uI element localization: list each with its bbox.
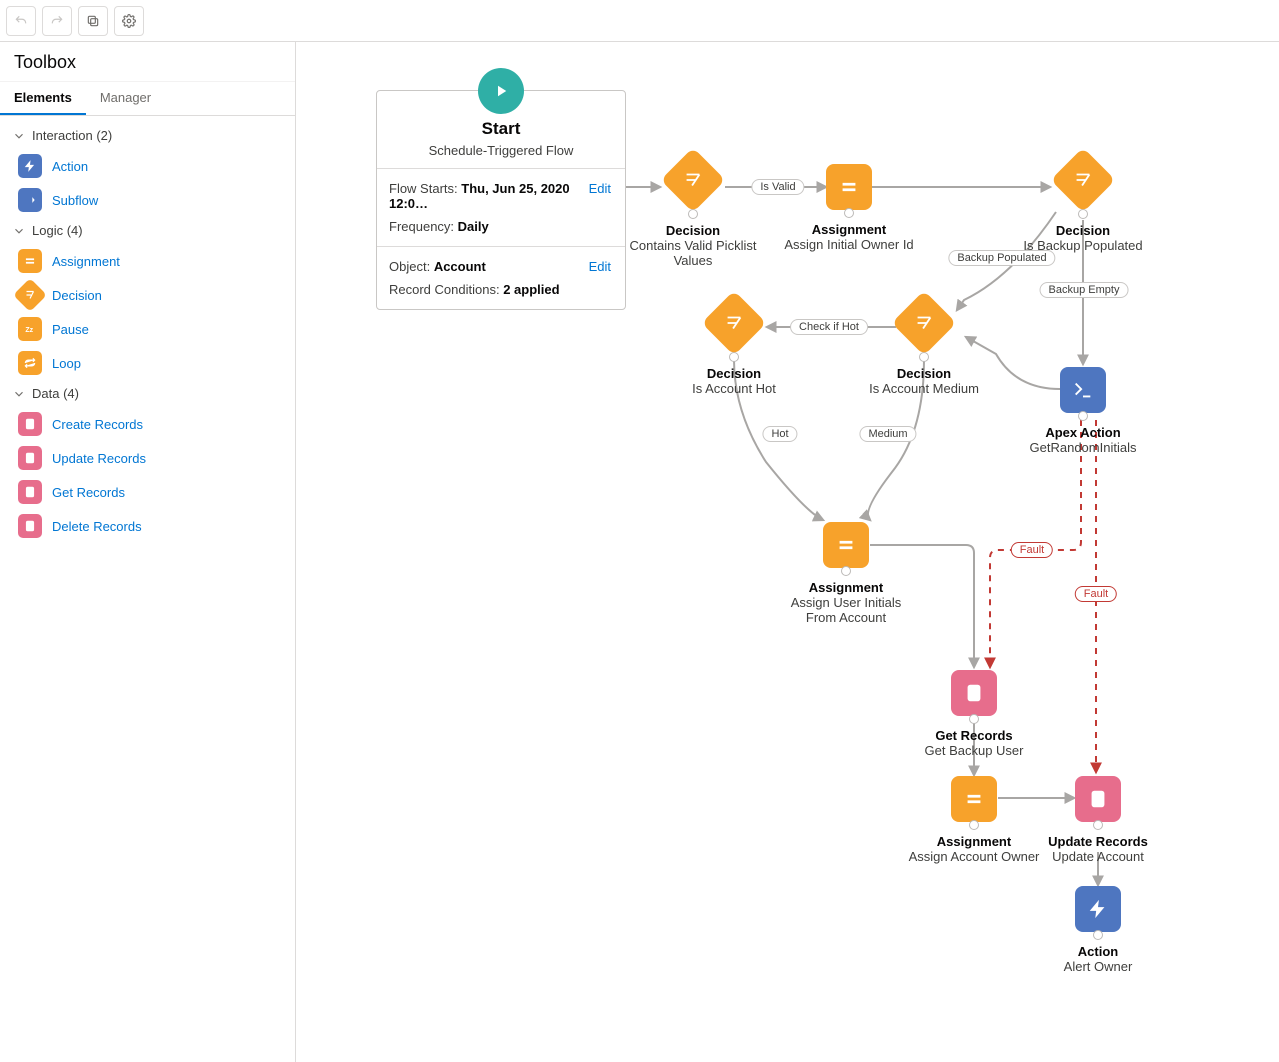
node-update-records[interactable]: Update Records Update Account xyxy=(1028,776,1168,864)
update-records-icon xyxy=(1075,776,1121,822)
node-port[interactable] xyxy=(1093,930,1103,940)
node-port[interactable] xyxy=(844,208,854,218)
toolbox-title: Toolbox xyxy=(0,42,295,82)
label-backup-empty: Backup Empty xyxy=(1040,282,1129,298)
node-apex-action[interactable]: Apex Action GetRandomInitials xyxy=(1013,367,1153,455)
apex-icon xyxy=(1060,367,1106,413)
assignment-icon xyxy=(823,522,869,568)
assignment-icon xyxy=(18,249,42,273)
node-get-records[interactable]: Get Records Get Backup User xyxy=(904,670,1044,758)
palette-delete-records[interactable]: Delete Records xyxy=(0,509,295,543)
settings-button[interactable] xyxy=(114,6,144,36)
decision-icon xyxy=(660,147,725,212)
item-label: Loop xyxy=(52,356,81,371)
get-records-icon xyxy=(18,480,42,504)
node-assignment-initial[interactable]: Assignment Assign Initial Owner Id xyxy=(779,164,919,252)
decision-icon xyxy=(891,290,956,355)
group-label: Logic (4) xyxy=(32,223,83,238)
svg-text:Zz: Zz xyxy=(25,327,33,334)
item-label: Decision xyxy=(52,288,102,303)
item-label: Delete Records xyxy=(52,519,142,534)
label-check-if-hot: Check if Hot xyxy=(790,319,868,335)
header-toolbar xyxy=(0,0,1279,42)
tab-manager[interactable]: Manager xyxy=(86,82,165,115)
copy-button[interactable] xyxy=(78,6,108,36)
edit-object-link[interactable]: Edit xyxy=(589,259,613,274)
start-card[interactable]: Start Schedule-Triggered Flow Flow Start… xyxy=(376,90,626,310)
label-hot: Hot xyxy=(762,426,797,442)
update-records-icon xyxy=(18,446,42,470)
palette-action[interactable]: Action xyxy=(0,149,295,183)
group-logic[interactable]: Logic (4) xyxy=(0,217,295,244)
lightning-icon xyxy=(1075,886,1121,932)
node-action-alert[interactable]: Action Alert Owner xyxy=(1028,886,1168,974)
palette-loop[interactable]: Loop xyxy=(0,346,295,380)
decision-icon xyxy=(701,290,766,355)
delete-records-icon xyxy=(18,514,42,538)
chevron-down-icon xyxy=(12,387,26,401)
group-data[interactable]: Data (4) xyxy=(0,380,295,407)
chevron-down-icon xyxy=(12,224,26,238)
palette-pause[interactable]: Zz Pause xyxy=(0,312,295,346)
pause-icon: Zz xyxy=(18,317,42,341)
start-subtitle: Schedule-Triggered Flow xyxy=(385,143,617,158)
lightning-icon xyxy=(18,154,42,178)
assignment-icon xyxy=(826,164,872,210)
label-backup-populated: Backup Populated xyxy=(948,250,1055,266)
node-port[interactable] xyxy=(1078,209,1088,219)
decision-icon xyxy=(13,278,47,312)
label-is-valid: Is Valid xyxy=(751,179,804,195)
start-title: Start xyxy=(385,119,617,139)
toolbox-sidebar: Toolbox Elements Manager Interaction (2)… xyxy=(0,42,296,1062)
item-label: Pause xyxy=(52,322,89,337)
node-port[interactable] xyxy=(688,209,698,219)
palette-get-records[interactable]: Get Records xyxy=(0,475,295,509)
node-port[interactable] xyxy=(841,566,851,576)
item-label: Get Records xyxy=(52,485,125,500)
loop-icon xyxy=(18,351,42,375)
node-decision-valid[interactable]: Decision Contains Valid Picklist Values xyxy=(623,157,763,268)
palette-update-records[interactable]: Update Records xyxy=(0,441,295,475)
label-fault1: Fault xyxy=(1011,542,1053,558)
group-interaction[interactable]: Interaction (2) xyxy=(0,122,295,149)
decision-icon xyxy=(1050,147,1115,212)
edit-schedule-link[interactable]: Edit xyxy=(589,181,613,211)
palette-decision[interactable]: Decision xyxy=(0,278,295,312)
palette-create-records[interactable]: Create Records xyxy=(0,407,295,441)
tab-elements[interactable]: Elements xyxy=(0,82,86,115)
node-port[interactable] xyxy=(1078,411,1088,421)
item-label: Create Records xyxy=(52,417,143,432)
node-port[interactable] xyxy=(969,714,979,724)
node-port[interactable] xyxy=(969,820,979,830)
toolbox-tabs: Elements Manager xyxy=(0,82,295,116)
assignment-icon xyxy=(951,776,997,822)
undo-button[interactable] xyxy=(6,6,36,36)
redo-button[interactable] xyxy=(42,6,72,36)
flow-canvas[interactable]: Start Schedule-Triggered Flow Flow Start… xyxy=(296,42,1279,1062)
item-label: Action xyxy=(52,159,88,174)
item-label: Assignment xyxy=(52,254,120,269)
chevron-down-icon xyxy=(12,129,26,143)
node-assignment-owner[interactable]: Assignment Assign Account Owner xyxy=(904,776,1044,864)
subflow-icon xyxy=(18,188,42,212)
label-medium: Medium xyxy=(859,426,916,442)
node-port[interactable] xyxy=(729,352,739,362)
group-label: Data (4) xyxy=(32,386,79,401)
palette-subflow[interactable]: Subflow xyxy=(0,183,295,217)
node-port[interactable] xyxy=(919,352,929,362)
node-decision-medium[interactable]: Decision Is Account Medium xyxy=(854,300,994,396)
item-label: Update Records xyxy=(52,451,146,466)
node-port[interactable] xyxy=(1093,820,1103,830)
item-label: Subflow xyxy=(52,193,98,208)
create-records-icon xyxy=(18,412,42,436)
palette-assignment[interactable]: Assignment xyxy=(0,244,295,278)
node-assignment-initials[interactable]: Assignment Assign User Initials From Acc… xyxy=(776,522,916,625)
get-records-icon xyxy=(951,670,997,716)
label-fault2: Fault xyxy=(1075,586,1117,602)
node-decision-backup[interactable]: Decision Is Backup Populated xyxy=(1013,157,1153,253)
node-decision-hot[interactable]: Decision Is Account Hot xyxy=(664,300,804,396)
play-icon xyxy=(478,68,524,114)
group-label: Interaction (2) xyxy=(32,128,112,143)
